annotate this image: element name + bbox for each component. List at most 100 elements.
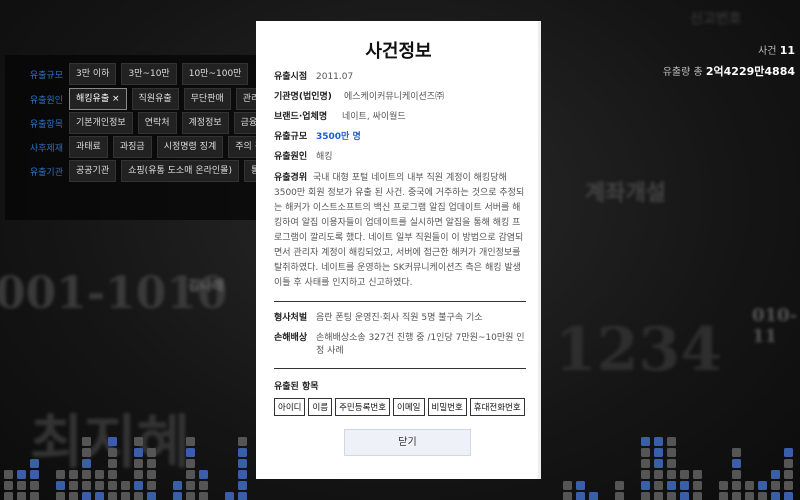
modal-scrollbar[interactable] (538, 21, 541, 479)
filter-chip[interactable]: 과태료 (69, 136, 108, 158)
leaked-item-tag: 주민등록번호 (335, 398, 391, 416)
filter-chip[interactable]: 직원유출 (131, 88, 179, 110)
incident-dot (576, 481, 585, 490)
incident-dot (563, 492, 572, 500)
field-key: 형사처벌 (274, 313, 308, 323)
incident-dot (30, 481, 39, 490)
incident-dot (82, 492, 91, 500)
incident-dot (732, 448, 741, 457)
incident-dot (680, 470, 689, 479)
filter-chip[interactable]: 무단판매 (183, 88, 231, 110)
field-key: 브랜드·업체명 (274, 112, 328, 122)
filter-chip[interactable]: 시정명령 징계 (156, 136, 224, 158)
incident-dot (238, 492, 247, 500)
filter-chip-selected[interactable]: 해킹유출 × (69, 88, 127, 110)
incident-dot (147, 448, 156, 457)
filter-chip[interactable]: 기본개인정보 (69, 112, 133, 134)
incident-dot (173, 492, 182, 500)
filter-label: 유출항목 (29, 119, 63, 130)
incident-dot (69, 470, 78, 479)
filter-chip[interactable]: 계정정보 (181, 112, 229, 134)
incident-dot (238, 437, 247, 446)
filter-chip[interactable]: 10만~100만 (181, 63, 249, 85)
incident-dot (615, 492, 624, 500)
field-row: 기관명(법인명) 에스케이커뮤니케이션즈㈜ (274, 91, 526, 104)
incident-dot (654, 470, 663, 479)
incident-dot (654, 448, 663, 457)
total-stat: 유출량 총 2억4229만4884 (663, 63, 795, 79)
damages-row: 손해배상 손해배상소송 327건 진행 중 /1인당 7만원~10만원 인정 사례 (274, 332, 526, 358)
incident-dot (641, 448, 650, 457)
filter-chip[interactable]: 쇼핑(유통 도소매 온라인몰) (121, 160, 239, 182)
incident-dot (576, 492, 585, 500)
incident-dot (4, 492, 13, 500)
incident-dot (186, 470, 195, 479)
incident-dot (82, 437, 91, 446)
leaked-items: 아이디 이름 주민등록번호 이메일 비밀번호 휴대전화번호 (274, 398, 526, 416)
incident-dot (654, 459, 663, 468)
field-key: 유출시점 (274, 72, 308, 82)
incident-dot (641, 459, 650, 468)
filter-row-org: 유출기관 공공기관 쇼핑(유통 도소매 온라인몰) 통신 (5, 160, 280, 182)
incident-dot (667, 470, 676, 479)
incident-dot (563, 481, 572, 490)
close-button[interactable]: 닫기 (344, 429, 471, 456)
bg-text-report: 신고번호 (690, 11, 742, 27)
incident-dot (69, 481, 78, 490)
history-text: 국내 대형 포털 네이트의 내부 직원 계정이 해킹당해 3500만 회원 정보… (274, 173, 525, 288)
filter-chip[interactable]: 연락처 (137, 112, 177, 134)
incident-dot (147, 492, 156, 500)
incident-dot (732, 459, 741, 468)
incident-dot (225, 492, 234, 500)
incident-dot (108, 448, 117, 457)
incident-dot (667, 481, 676, 490)
incident-dot (719, 492, 728, 500)
incident-dot (680, 481, 689, 490)
incident-dot (771, 470, 780, 479)
incident-dot (784, 459, 793, 468)
incident-dot (186, 437, 195, 446)
incident-dot (134, 481, 143, 490)
field-value: 손해배상소송 327건 진행 중 /1인당 7만원~10만원 인정 사례 (316, 333, 525, 356)
incident-dot (147, 459, 156, 468)
bg-text-number: 1234 (555, 315, 722, 385)
cases-value: 11 (779, 44, 795, 57)
incident-dot (17, 492, 26, 500)
field-key: 손해배상 (274, 333, 308, 343)
incident-dot (95, 470, 104, 479)
filter-chip[interactable]: 과징금 (112, 136, 152, 158)
incident-dot (108, 437, 117, 446)
incident-dot (199, 470, 208, 479)
filter-chip[interactable]: 3만~10만 (121, 63, 177, 85)
incident-dot (771, 481, 780, 490)
filter-row-cause: 유출원인 해킹유출 × 직원유출 무단판매 관리소홀 (5, 88, 288, 110)
incident-dot (784, 470, 793, 479)
incident-dot (95, 481, 104, 490)
incident-dot (199, 481, 208, 490)
cases-stat: 사건 11 (663, 42, 795, 57)
filter-label: 유출기관 (29, 167, 63, 178)
incident-dot (30, 492, 39, 500)
incident-dot (134, 492, 143, 500)
divider (274, 301, 526, 302)
criminal-row: 형사처벌 음란 폰팅 운영진·회사 직원 5명 불구속 기소 (274, 312, 526, 325)
bg-text-account: 계좌개설 (585, 180, 666, 206)
incident-dot (56, 481, 65, 490)
incident-dot (745, 492, 754, 500)
filter-chip[interactable]: 3만 이하 (69, 63, 117, 85)
incident-dot (17, 481, 26, 490)
incident-dot (238, 459, 247, 468)
incident-dot (654, 437, 663, 446)
incident-dot (758, 492, 767, 500)
field-value: 2011.07 (316, 72, 354, 82)
incident-dot (4, 481, 13, 490)
incident-dot (238, 481, 247, 490)
incident-dot (732, 470, 741, 479)
incident-dot (771, 492, 780, 500)
incident-dot (186, 481, 195, 490)
filter-chip[interactable]: 공공기관 (69, 160, 117, 182)
leaked-item-tag: 아이디 (274, 398, 306, 416)
incident-dot (82, 481, 91, 490)
incident-dot (238, 448, 247, 457)
incident-dot (4, 470, 13, 479)
